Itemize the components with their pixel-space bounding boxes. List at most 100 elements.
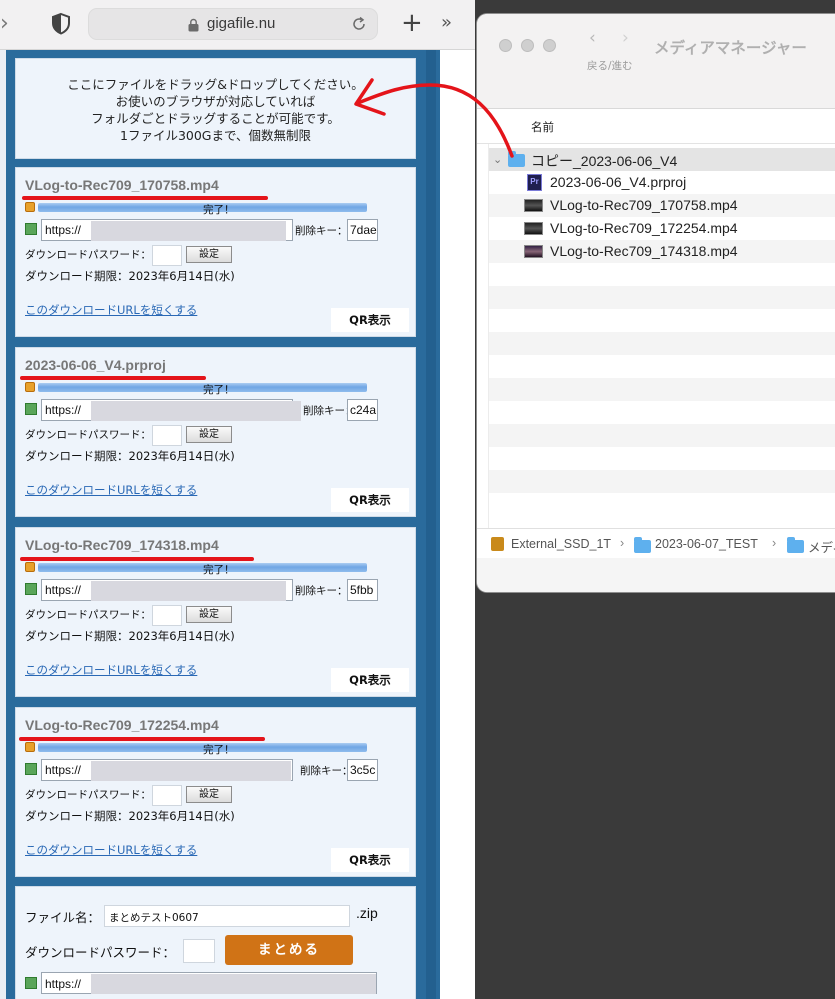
delete-key-label: 削除キー：	[300, 765, 353, 777]
external-drive-icon	[491, 537, 504, 551]
download-password-input[interactable]	[152, 425, 182, 446]
finder-statusbar	[477, 558, 835, 592]
url-copy-icon[interactable]	[25, 403, 37, 415]
path-segment[interactable]: メディ	[808, 537, 835, 556]
redacted-url	[91, 221, 286, 241]
file-name: VLog-to-Rec709_172254.mp4	[550, 220, 738, 236]
row-background	[489, 424, 835, 447]
delete-key-field[interactable]: c24a	[347, 399, 378, 421]
set-password-button[interactable]: 設定	[186, 606, 232, 623]
path-separator-icon: ›	[620, 536, 625, 550]
cancel-icon[interactable]	[25, 202, 35, 212]
shorten-url-link[interactable]: このダウンロードURLを短くする	[25, 662, 197, 678]
download-password-label: ダウンロードパスワード：	[25, 789, 151, 801]
url-copy-icon[interactable]	[25, 223, 37, 235]
list-item[interactable]: Pr 2023-06-06_V4.prproj	[489, 171, 835, 194]
upload-status: 完了！	[203, 744, 235, 756]
qr-button[interactable]: QR表示	[331, 848, 409, 872]
upload-file-card: VLog-to-Rec709_172254.mp4 完了！ https:// 削…	[15, 707, 416, 877]
url-copy-icon[interactable]	[25, 977, 37, 989]
list-item-folder[interactable]: ⌄ コピー_2023-06-06_V4	[489, 148, 835, 171]
upload-file-card: VLog-to-Rec709_174318.mp4 完了！ https:// 削…	[15, 527, 416, 697]
row-background	[489, 332, 835, 355]
upload-status: 完了！	[203, 384, 235, 396]
upload-file-card: VLog-to-Rec709_170758.mp4 完了！ https:// 削…	[15, 167, 416, 337]
download-password-label: ダウンロードパスワード：	[25, 249, 151, 261]
cancel-icon[interactable]	[25, 562, 35, 572]
address-bar[interactable]: gigafile.nu	[88, 8, 378, 40]
column-name-label: 名前	[531, 120, 554, 134]
download-expiry: ダウンロード期限：2023年6月14日(水)	[25, 629, 235, 643]
row-background	[489, 378, 835, 401]
folder-icon	[508, 151, 525, 167]
qr-button[interactable]: QR表示	[331, 668, 409, 692]
upload-status: 完了！	[203, 564, 235, 576]
back-chevron-icon[interactable]: ›	[0, 11, 12, 37]
cancel-icon[interactable]	[25, 742, 35, 752]
disclosure-chevron-icon[interactable]: ⌄	[493, 153, 502, 166]
reload-icon[interactable]	[351, 16, 367, 32]
list-item[interactable]: VLog-to-Rec709_172254.mp4	[489, 217, 835, 240]
delete-key-label: 削除キー：	[295, 585, 348, 597]
zip-filename-input[interactable]: まとめテスト0607	[104, 905, 350, 927]
nav-label: 戻る/進む	[587, 60, 633, 72]
drop-zone[interactable]: ここにファイルをドラッグ&ドロップしてください。 お使いのブラウザが対応していれ…	[15, 58, 416, 159]
finder-window: ‹ › 戻る/進む メディアマネージャー 名前 ⌄ コピー_2023-06-06…	[477, 14, 835, 592]
drop-zone-line: お使いのブラウザが対応していれば	[115, 94, 316, 109]
new-tab-plus-icon[interactable]: +	[401, 9, 423, 37]
video-file-icon	[524, 199, 543, 212]
column-header[interactable]: 名前	[477, 110, 835, 144]
download-expiry: ダウンロード期限：2023年6月14日(水)	[25, 449, 235, 463]
download-expiry: ダウンロード期限：2023年6月14日(水)	[25, 809, 235, 823]
delete-key-field[interactable]: 3c5c	[347, 759, 378, 781]
annotation-underline	[22, 196, 268, 200]
path-bar: External_SSD_1T › 2023-06-07_TEST › メディ	[477, 528, 835, 558]
browser-window: › gigafile.nu + » ここにファイルをドラッグ&ドロップしてくださ…	[0, 0, 475, 999]
delete-key-field[interactable]: 7dae	[347, 219, 378, 241]
delete-key-label: 削除キー：	[295, 225, 348, 237]
zip-password-label: ダウンロードパスワード：	[25, 945, 176, 960]
set-password-button[interactable]: 設定	[186, 246, 232, 263]
qr-button[interactable]: QR表示	[331, 308, 409, 332]
upload-status: 完了！	[203, 204, 235, 216]
url-copy-icon[interactable]	[25, 763, 37, 775]
address-text: gigafile.nu	[207, 15, 276, 32]
close-window-button[interactable]	[499, 39, 512, 52]
download-password-label: ダウンロードパスワード：	[25, 429, 151, 441]
video-file-icon	[524, 245, 543, 258]
folder-icon	[787, 537, 804, 553]
list-item[interactable]: VLog-to-Rec709_174318.mp4	[489, 240, 835, 263]
back-arrow-icon[interactable]: ‹	[589, 28, 596, 48]
file-name: 2023-06-06_V4.prproj	[25, 357, 166, 373]
shorten-url-link[interactable]: このダウンロードURLを短くする	[25, 482, 197, 498]
zip-password-input[interactable]	[183, 939, 215, 963]
delete-key-field[interactable]: 5fbb	[347, 579, 378, 601]
cancel-icon[interactable]	[25, 382, 35, 392]
path-segment[interactable]: 2023-06-07_TEST	[655, 537, 758, 551]
overflow-chevrons-icon[interactable]: »	[441, 11, 452, 35]
set-password-button[interactable]: 設定	[186, 786, 232, 803]
list-item[interactable]: VLog-to-Rec709_170758.mp4	[489, 194, 835, 217]
screen: › gigafile.nu + » ここにファイルをドラッグ&ドロップしてくださ…	[0, 0, 835, 999]
bundle-button[interactable]: まとめる	[225, 935, 353, 965]
window-title: メディアマネージャー	[654, 39, 807, 57]
url-copy-icon[interactable]	[25, 583, 37, 595]
zoom-window-button[interactable]	[543, 39, 556, 52]
path-segment[interactable]: External_SSD_1T	[511, 537, 611, 551]
shorten-url-link[interactable]: このダウンロードURLを短くする	[25, 302, 197, 318]
minimize-window-button[interactable]	[521, 39, 534, 52]
row-background	[489, 286, 835, 309]
download-password-input[interactable]	[152, 245, 182, 266]
file-name: VLog-to-Rec709_172254.mp4	[25, 717, 219, 733]
forward-arrow-icon[interactable]: ›	[622, 28, 629, 48]
shorten-url-link[interactable]: このダウンロードURLを短くする	[25, 842, 197, 858]
folder-name: コピー_2023-06-06_V4	[531, 153, 678, 169]
file-name: VLog-to-Rec709_170758.mp4	[550, 197, 738, 213]
zip-extension: .zip	[356, 905, 378, 921]
download-password-input[interactable]	[152, 605, 182, 626]
drop-zone-line: フォルダごとドラッグすることが可能です。	[91, 111, 340, 126]
privacy-shield-icon[interactable]	[50, 12, 72, 36]
qr-button[interactable]: QR表示	[331, 488, 409, 512]
download-password-input[interactable]	[152, 785, 182, 806]
set-password-button[interactable]: 設定	[186, 426, 232, 443]
